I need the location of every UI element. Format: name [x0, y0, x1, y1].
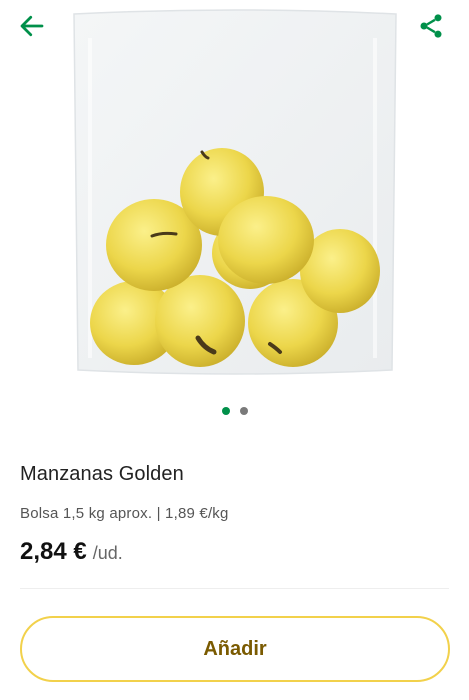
arrow-left-icon: [20, 15, 44, 37]
apple-bag-image: [73, 9, 397, 375]
product-detail-screen: Manzanas Golden Bolsa 1,5 kg aprox. | 1,…: [0, 0, 469, 700]
back-button[interactable]: [12, 6, 52, 46]
divider: [20, 588, 449, 589]
pager-dot[interactable]: [239, 407, 248, 415]
share-button[interactable]: [411, 6, 451, 46]
product-price: 2,84 €: [20, 538, 87, 565]
product-image[interactable]: [70, 8, 400, 380]
add-to-cart-button[interactable]: Añadir: [20, 616, 450, 682]
price-row: 2,84 € /ud.: [20, 538, 123, 566]
product-title: Manzanas Golden: [20, 463, 184, 485]
image-pager[interactable]: [0, 407, 469, 415]
product-description: Bolsa 1,5 kg aprox. | 1,89 €/kg: [20, 505, 229, 522]
share-icon: [420, 14, 442, 38]
pager-dot-active[interactable]: [221, 407, 230, 415]
price-unit: /ud.: [92, 543, 123, 563]
